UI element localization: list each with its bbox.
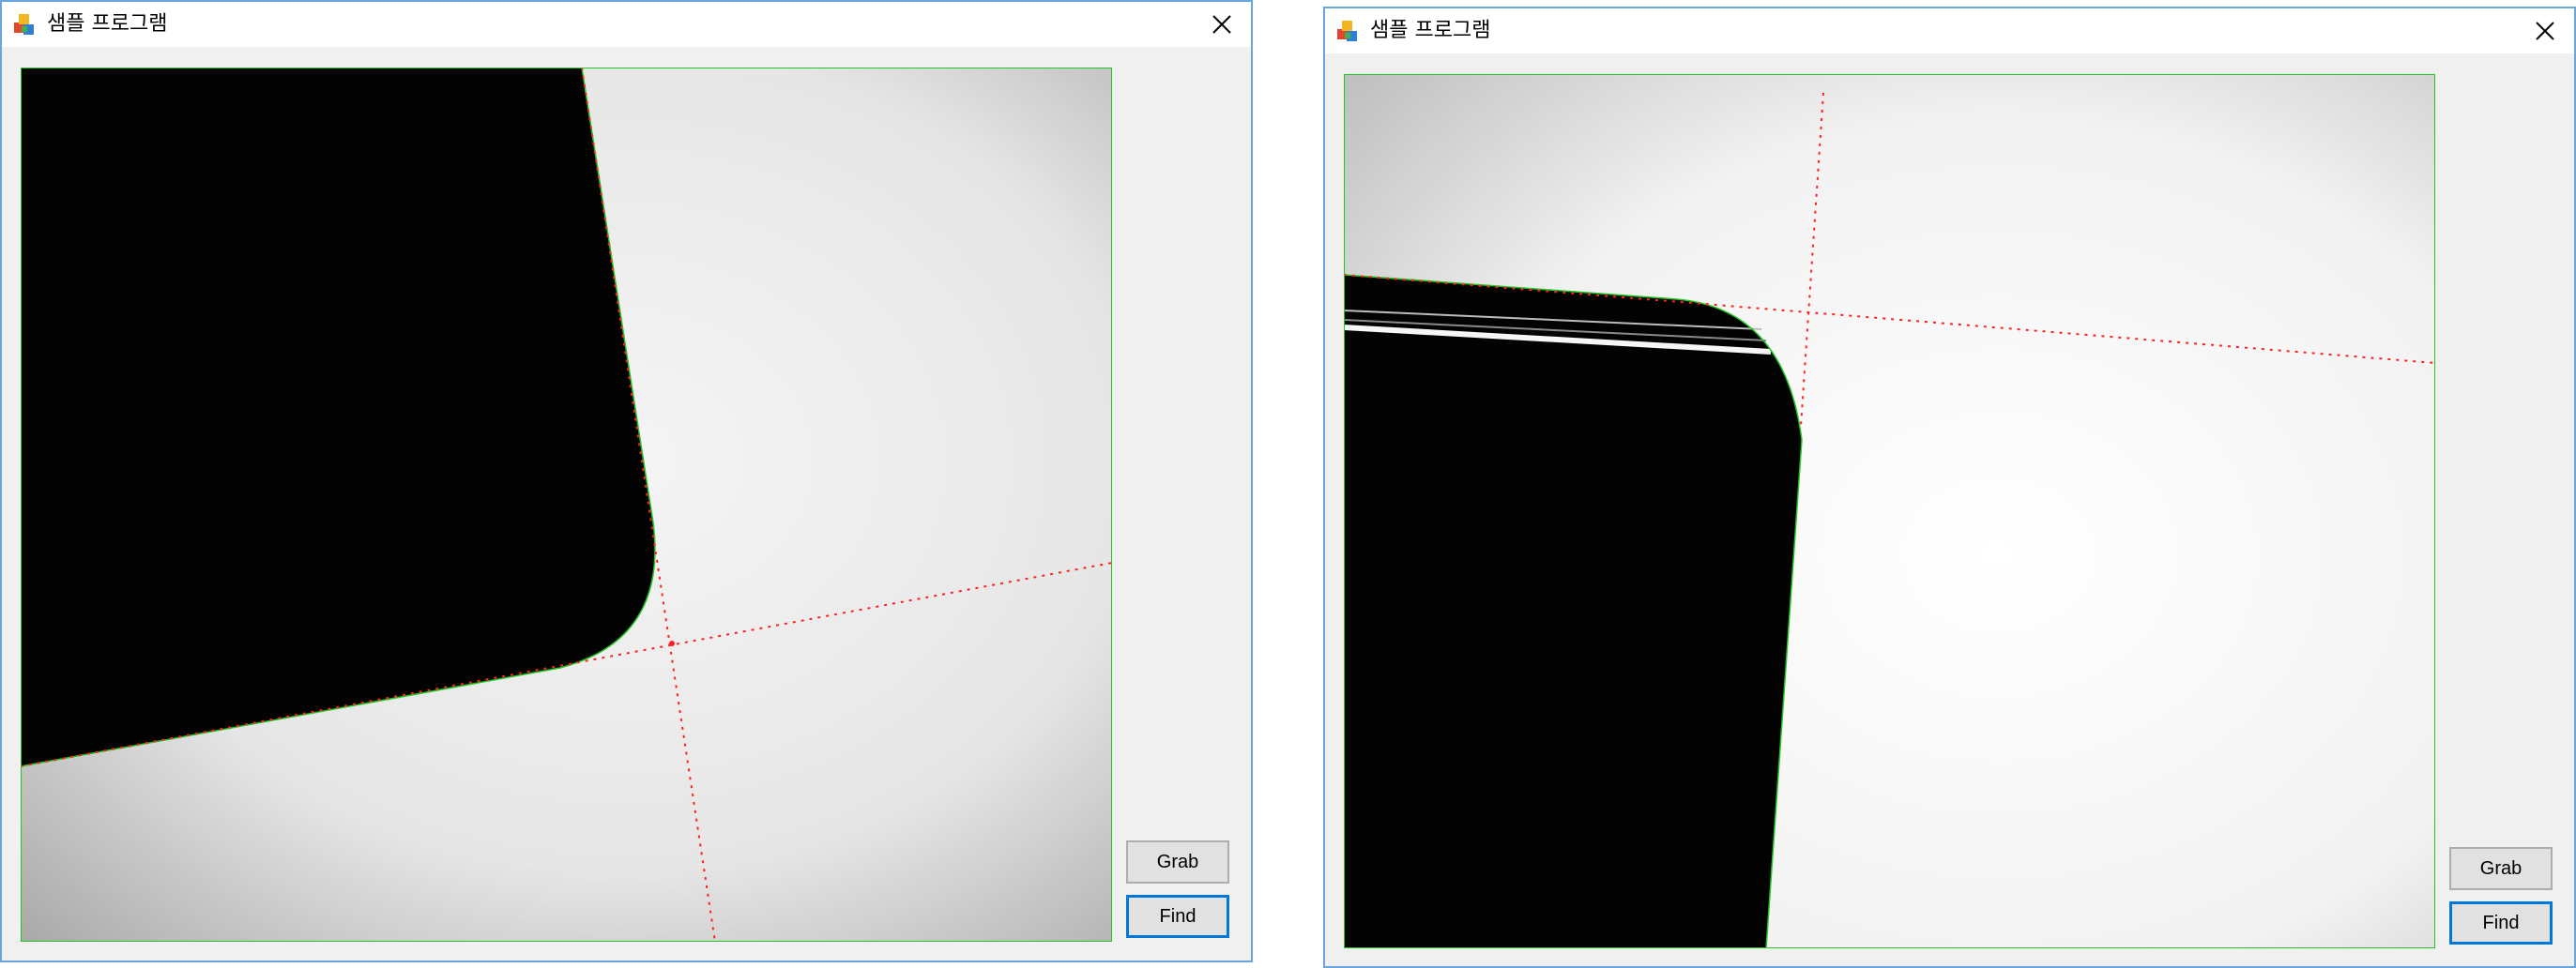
sample-program-window-2: 샘플 프로그램 Grab Find [1323, 7, 2576, 968]
camera-image-view[interactable] [21, 68, 1112, 942]
app-cubes-icon [11, 11, 38, 38]
close-icon [2536, 22, 2554, 40]
title-bar[interactable]: 샘플 프로그램 [2, 2, 1251, 47]
window-title: 샘플 프로그램 [1370, 19, 1491, 42]
close-button[interactable] [1193, 2, 1251, 47]
camera-image [1344, 74, 2435, 948]
window-title: 샘플 프로그램 [47, 12, 168, 36]
sample-program-window-1: 샘플 프로그램 Grab Find [0, 0, 1253, 962]
app-cubes-icon [1334, 18, 1361, 44]
grab-button[interactable]: Grab [1126, 840, 1229, 884]
camera-image-view[interactable] [1344, 74, 2435, 948]
camera-image [21, 68, 1112, 942]
close-icon [1212, 15, 1231, 34]
find-button[interactable]: Find [2449, 901, 2553, 945]
close-button[interactable] [2516, 8, 2574, 53]
find-button[interactable]: Find [1126, 895, 1229, 938]
grab-button[interactable]: Grab [2449, 847, 2553, 890]
title-bar[interactable]: 샘플 프로그램 [1325, 8, 2574, 53]
